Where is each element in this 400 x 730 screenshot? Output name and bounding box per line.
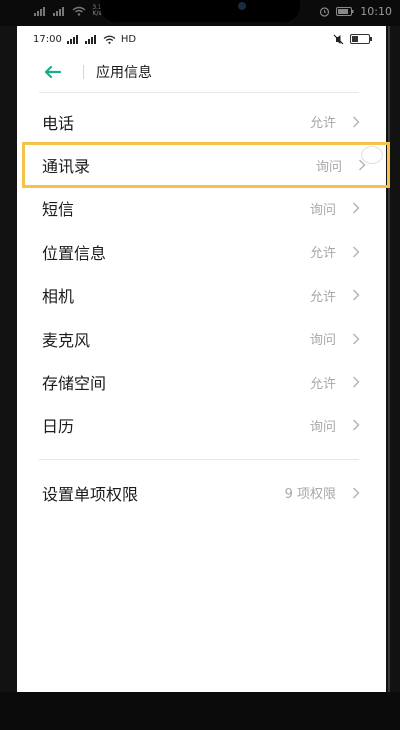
section-divider — [17, 447, 386, 471]
status-bar: 17:00 HD — [17, 26, 386, 52]
permission-list: 电话 允许 通讯录 询问 短信 询问 位置信息 允许 相机 允许 麦克风 询问 … — [17, 100, 390, 515]
chevron-right-icon — [350, 289, 362, 301]
network-type: HD — [120, 33, 137, 45]
chevron-right-icon — [350, 419, 362, 431]
permission-row-microphone[interactable]: 麦克风 询问 — [17, 317, 386, 360]
permission-row-storage[interactable]: 存储空间 允许 — [17, 360, 386, 403]
permission-status: 询问 — [309, 333, 336, 349]
front-camera — [238, 2, 246, 10]
phone-outer-status-bar: 3.1 K/s 10:10 — [0, 0, 400, 26]
permission-row-phone[interactable]: 电话 允许 — [17, 100, 386, 143]
permission-label: 电话 — [42, 113, 75, 133]
wifi-icon — [72, 6, 86, 16]
permission-status: 询问 — [309, 419, 336, 435]
status-right — [333, 34, 372, 45]
chevron-right-icon — [350, 246, 362, 258]
single-permission-settings-row[interactable]: 设置单项权限 9 项权限 — [17, 471, 386, 514]
chevron-right-icon — [350, 333, 362, 345]
permission-label: 位置信息 — [42, 243, 107, 263]
status-time: 17:00 — [33, 33, 62, 45]
permission-row-location[interactable]: 位置信息 允许 — [17, 230, 386, 273]
header-divider — [83, 65, 84, 79]
signal-icon-2 — [84, 34, 96, 44]
permission-row-sms[interactable]: 短信 询问 — [17, 187, 386, 230]
status-left: 17:00 HD — [33, 34, 136, 45]
header-separator — [39, 92, 359, 93]
outer-clock: 10:10 — [360, 4, 392, 18]
permission-status: 询问 — [309, 202, 336, 218]
battery-outer-icon — [336, 6, 354, 16]
mute-icon — [333, 34, 344, 44]
permission-row-calendar[interactable]: 日历 询问 — [17, 404, 386, 447]
phone-bezel-bottom — [0, 692, 400, 730]
chevron-right-icon — [350, 116, 362, 128]
page-title: 应用信息 — [96, 65, 152, 81]
back-arrow-icon — [44, 65, 61, 79]
permission-status: 允许 — [309, 376, 336, 392]
permission-label: 存储空间 — [42, 374, 107, 394]
permission-count: 9 项权限 — [284, 487, 336, 503]
outer-status-right: 10:10 — [319, 3, 392, 19]
single-permission-label: 设置单项权限 — [42, 484, 139, 504]
permission-row-contacts[interactable]: 通讯录 询问 — [22, 142, 390, 188]
back-button[interactable] — [41, 61, 63, 83]
permission-status: 允许 — [309, 116, 336, 132]
app-info-screen: 17:00 HD 应用信息 电话 允许 通讯录 询问 短信 询问 位置信息 允许… — [17, 26, 390, 692]
chevron-right-icon — [350, 487, 362, 499]
alarm-icon — [320, 6, 330, 17]
battery-icon — [350, 34, 372, 44]
tap-indicator — [361, 146, 383, 165]
signal-icon — [34, 7, 45, 16]
permission-label: 通讯录 — [42, 157, 91, 177]
permission-row-camera[interactable]: 相机 允许 — [17, 274, 386, 317]
permission-status: 允许 — [309, 246, 336, 262]
camera-notch — [100, 0, 300, 22]
permission-label: 短信 — [42, 200, 75, 220]
permission-label: 相机 — [42, 287, 75, 307]
signal-icon-2 — [53, 7, 64, 16]
permission-label: 日历 — [42, 417, 75, 437]
chevron-right-icon — [350, 202, 362, 214]
signal-icon — [66, 34, 78, 44]
wifi-icon — [103, 35, 116, 44]
app-header: 应用信息 — [17, 52, 386, 93]
phone-frame-left — [0, 26, 17, 692]
permission-status: 询问 — [315, 159, 342, 175]
permission-status: 允许 — [309, 289, 336, 305]
chevron-right-icon — [350, 376, 362, 388]
permission-label: 麦克风 — [42, 330, 91, 350]
phone-frame-right — [386, 26, 400, 692]
